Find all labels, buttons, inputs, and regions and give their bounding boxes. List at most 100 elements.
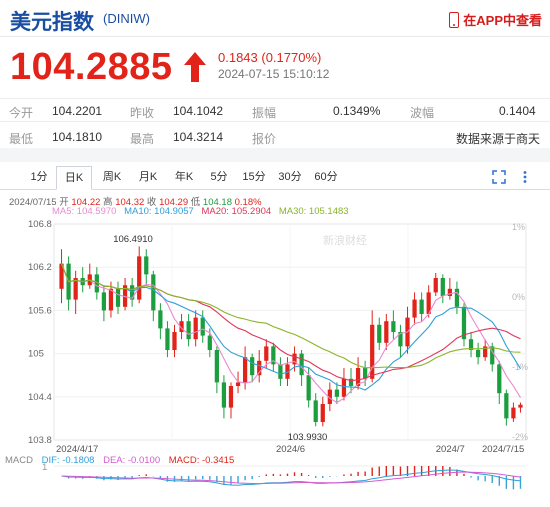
macd-title: MACD	[5, 455, 33, 466]
price-change: 0.1843 (0.1770%)	[218, 50, 322, 65]
candle-body	[440, 278, 445, 296]
candle-body	[313, 400, 318, 422]
x-tick-label: 2024/6	[276, 444, 305, 455]
ma20-line	[60, 263, 521, 382]
tab-monthly-k[interactable]: 月K	[132, 166, 164, 190]
stat-label: 最高	[130, 132, 155, 146]
open-in-app-link[interactable]: 在APP中查看	[449, 10, 542, 29]
phone-icon	[449, 11, 460, 28]
candle-body	[108, 288, 114, 311]
candle-body	[278, 364, 283, 379]
ohlc-date: 2024/07/15	[9, 197, 57, 208]
stat-label: 最低	[9, 132, 34, 146]
page-title: 美元指数	[10, 11, 94, 34]
current-price: 104.2885	[10, 46, 173, 88]
open-in-app-label: 在APP中查看	[463, 13, 542, 28]
ma10-line	[60, 263, 521, 391]
candle-body	[151, 274, 156, 311]
candle-body	[341, 378, 347, 397]
tab-15min[interactable]: 15分	[238, 166, 270, 190]
stat-label: 波幅	[410, 106, 435, 120]
tab-daily-k[interactable]: 日K	[56, 166, 92, 190]
candle-body	[518, 404, 523, 408]
candle-body	[242, 357, 248, 383]
macd-dea: DEA: -0.0100	[103, 455, 161, 466]
stat-label: 今开	[9, 106, 34, 120]
candle-body	[101, 292, 107, 311]
candle-body	[221, 382, 227, 408]
pct-tick-label: 1%	[512, 222, 525, 232]
candle-body	[433, 278, 438, 293]
stats-divider	[0, 121, 550, 122]
candle-body	[73, 278, 78, 300]
stat-value: 0.1349%	[333, 104, 381, 118]
stat-value: 104.2201	[52, 104, 103, 118]
stat-value: 104.1042	[173, 104, 224, 118]
section-separator	[0, 148, 550, 162]
chart-period-tabs: 1分 日K 周K 月K 年K 5分 15分 30分 60分	[0, 166, 550, 190]
watermark: 新浪财经	[323, 233, 367, 247]
candle-body	[299, 353, 304, 376]
stat-label: 报价	[252, 132, 277, 146]
candle-body	[137, 256, 142, 300]
tab-60min[interactable]: 60分	[310, 166, 342, 190]
stat-value: 0.1404	[499, 104, 536, 118]
candle-body	[454, 288, 460, 307]
fullscreen-icon[interactable]	[492, 170, 506, 184]
candle-body	[193, 317, 198, 340]
pct-tick-label: -2%	[512, 432, 528, 442]
stat-label: 昨收	[130, 106, 155, 120]
candle-body	[250, 357, 255, 376]
low-annotation: 103.9930	[288, 432, 328, 443]
x-tick-label: 2024/7/15	[482, 444, 524, 455]
header: 美元指数 (DINIW) 在APP中查看	[0, 0, 550, 38]
candle-body	[511, 407, 516, 419]
candle-body	[391, 321, 396, 332]
candle-body	[320, 404, 325, 422]
stat-value: 104.3214	[173, 130, 224, 144]
pct-tick-label: 0%	[512, 292, 525, 302]
candle-body	[475, 350, 481, 358]
tab-yearly-k[interactable]: 年K	[168, 166, 200, 190]
quote-timestamp: 2024-07-15 15:10:12	[218, 67, 330, 81]
candle-body	[165, 328, 170, 350]
x-tick-label: 2024/7	[436, 444, 465, 455]
candle-body	[200, 317, 205, 336]
y-tick-label: 105	[28, 349, 44, 360]
macd-value: MACD: -0.3415	[168, 455, 235, 466]
candle-body	[334, 389, 340, 397]
stat-value: 104.1810	[52, 130, 103, 144]
candle-body	[158, 310, 163, 329]
more-options-icon[interactable]	[518, 170, 532, 184]
candle-body	[377, 324, 382, 343]
header-divider	[0, 36, 550, 37]
stats-row: 今开 104.2201 昨收 104.1042 振幅 0.1349% 波幅 0.…	[0, 104, 550, 130]
tab-5min[interactable]: 5分	[204, 166, 234, 190]
candle-body	[264, 346, 269, 361]
candle-body	[214, 350, 219, 383]
macd-legend: MACD DIF: -0.1808 DEA: -0.0100 MACD: -0.…	[5, 455, 240, 466]
tab-30min[interactable]: 30分	[274, 166, 306, 190]
up-arrow-icon	[184, 52, 206, 82]
stats-divider	[0, 98, 550, 99]
candle-body	[186, 321, 191, 340]
candle-body	[228, 386, 234, 408]
symbol-code: (DINIW)	[103, 11, 150, 26]
y-tick-label: 106.8	[28, 219, 52, 230]
y-tick-label: 106.2	[28, 262, 52, 273]
candle-body	[447, 288, 452, 296]
y-tick-label: 103.8	[28, 435, 52, 446]
candle-body	[419, 299, 424, 314]
candle-body	[384, 321, 389, 343]
y-tick-label: 105.6	[28, 305, 52, 316]
macd-dif: DIF: -0.1808	[41, 455, 95, 466]
candle-body	[172, 332, 177, 350]
tab-1min[interactable]: 1分	[24, 166, 54, 190]
data-source-text: 数据来源于商天	[456, 132, 541, 146]
candle-body	[306, 375, 311, 401]
high-annotation: 106.4910	[113, 234, 153, 245]
ma30-line	[60, 263, 521, 369]
tab-weekly-k[interactable]: 周K	[96, 166, 128, 190]
candle-body	[207, 335, 212, 350]
candle-body	[235, 382, 241, 386]
